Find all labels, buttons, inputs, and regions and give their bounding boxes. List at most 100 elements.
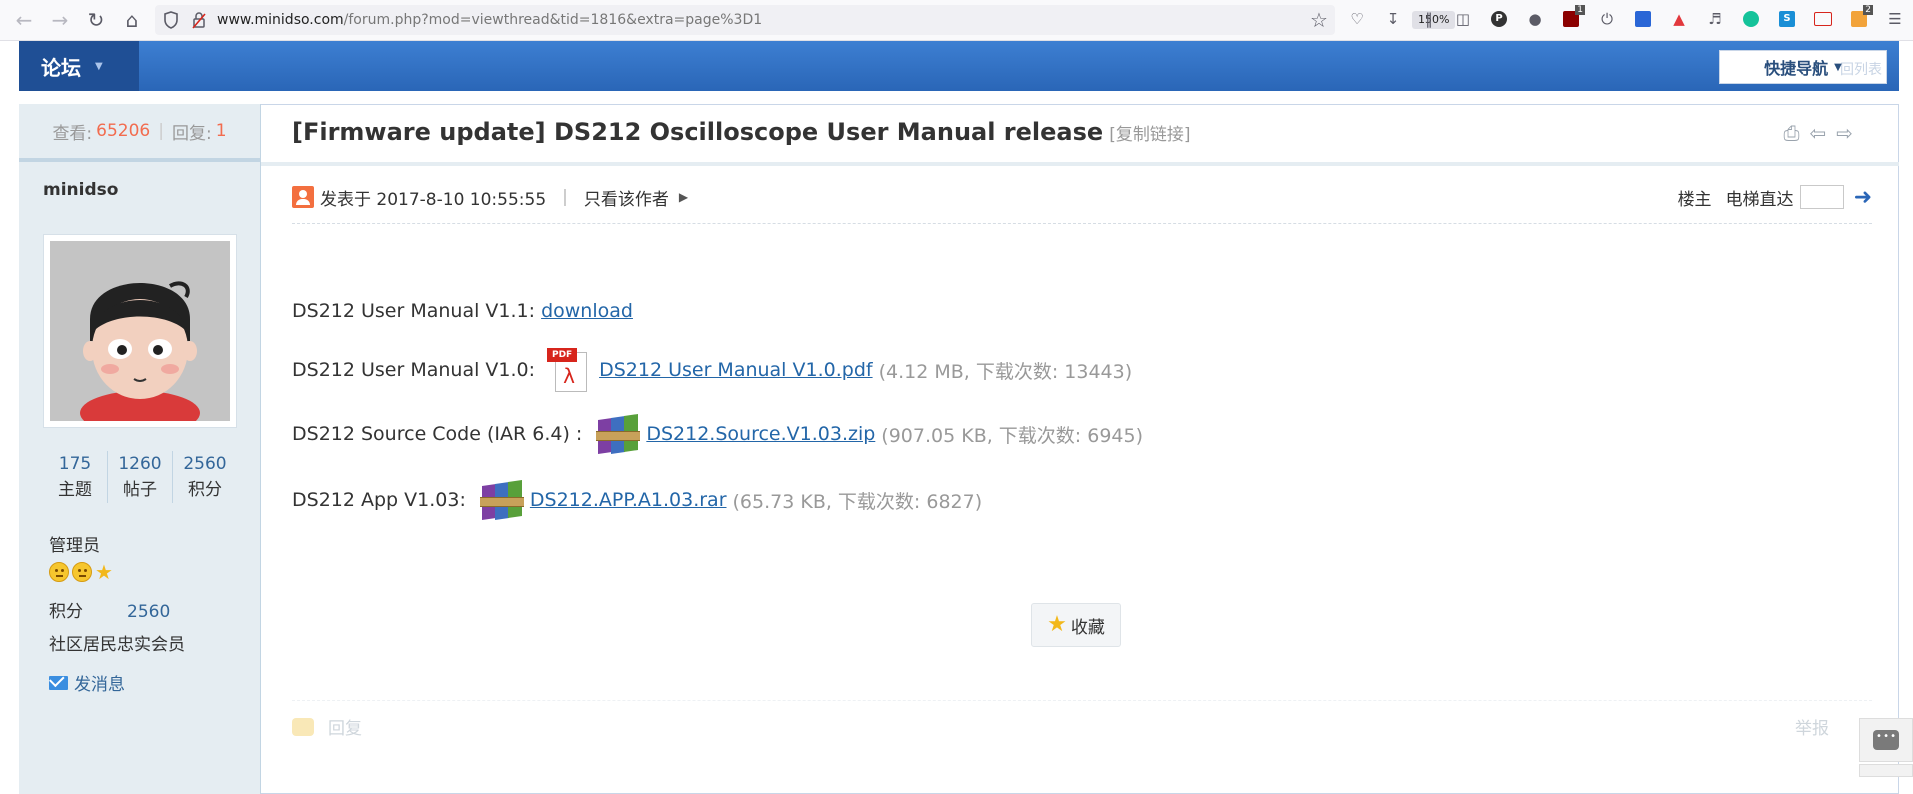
replies-label: 回复:	[172, 123, 212, 144]
line-prefix: DS212 User Manual V1.0:	[292, 359, 542, 381]
forum-header: 论坛 ▼ 回列表 快捷导航 ▼	[19, 41, 1899, 91]
chevron-right-icon[interactable]: ▶	[679, 190, 688, 204]
stat-value: 2560	[183, 454, 227, 474]
send-message-label: 发消息	[74, 675, 125, 695]
divider: |	[562, 187, 568, 207]
user-role[interactable]: 管理员	[49, 531, 100, 556]
chat-icon	[1873, 730, 1899, 750]
author-online-icon	[292, 186, 314, 208]
home-icon[interactable]: ⌂	[118, 8, 146, 32]
report-link[interactable]: 举报	[1795, 714, 1829, 739]
lock-icon[interactable]	[191, 11, 207, 29]
floating-chat-button[interactable]	[1859, 718, 1913, 762]
grammarly-icon[interactable]	[1740, 8, 1762, 30]
megaphone-icon[interactable]: ▲	[1668, 8, 1690, 30]
archive-file-icon	[594, 411, 641, 457]
download-icon[interactable]: ↧	[1382, 8, 1404, 30]
sidebar-icon[interactable]: ◫	[1452, 8, 1474, 30]
manual-v10-line: DS212 User Manual V1.0: PDF λ DS212 User…	[292, 348, 1132, 392]
extension-p-icon[interactable]: P	[1488, 8, 1510, 30]
avatar-illustration	[50, 241, 230, 421]
url-text: www.minidso.com/forum.php?mod=viewthread…	[217, 5, 762, 35]
thread-stats: 查看: 65206 | 回复: 1	[19, 104, 260, 162]
reply-label: 回复	[328, 719, 362, 739]
skype-icon[interactable]: S	[1776, 8, 1798, 30]
floor-label: 楼主	[1677, 189, 1712, 210]
author-sidebar: 查看: 65206 | 回复: 1 minidso 175 主题 1260 帖子…	[19, 104, 261, 794]
attachment-meta: (907.05 KB, 下载次数: 6945)	[881, 424, 1144, 447]
download-link[interactable]: download	[541, 300, 633, 322]
power-icon[interactable]: ⏻	[1596, 8, 1618, 30]
prev-thread-icon[interactable]: ⇦	[1809, 121, 1826, 145]
author-name[interactable]: minidso	[43, 180, 118, 200]
avatar[interactable]	[50, 241, 230, 421]
next-thread-icon[interactable]: ⇨	[1836, 121, 1853, 145]
go-arrow-icon[interactable]: ➜	[1854, 185, 1872, 210]
reload-icon[interactable]: ↻	[82, 8, 110, 32]
speaker-icon[interactable]: ♬	[1704, 8, 1726, 30]
pdf-file-icon: PDF λ	[547, 348, 591, 392]
forward-icon[interactable]: →	[46, 8, 74, 32]
reply-link[interactable]: 回复	[292, 714, 362, 739]
views-count: 65206	[96, 121, 151, 141]
menu-icon[interactable]: ☰	[1884, 8, 1906, 30]
floor-jump-input[interactable]	[1799, 185, 1844, 209]
pdf-tag: PDF	[547, 348, 578, 362]
meta-right: 楼主 电梯直达 ➜	[1678, 182, 1872, 212]
post-title-text: [Firmware update] DS212 Oscilloscope Use…	[292, 118, 1104, 146]
shield-icon[interactable]	[163, 11, 179, 29]
post-title: [Firmware update] DS212 Oscilloscope Use…	[292, 118, 1190, 146]
send-message-link[interactable]: 发消息	[49, 670, 125, 695]
attachment-meta: (65.73 KB, 下载次数: 6827)	[732, 490, 983, 513]
stat-value: 1260	[118, 454, 162, 474]
points-row: 积分 2560	[49, 597, 170, 622]
notes-icon[interactable]: 2	[1848, 5, 1873, 30]
chevron-down-icon[interactable]: ▼	[95, 61, 103, 72]
attachment-link[interactable]: DS212.Source.V1.03.zip	[646, 423, 875, 445]
elevator-label: 电梯直达	[1725, 189, 1794, 210]
stat-label: 主题	[58, 480, 92, 500]
stat-points[interactable]: 2560 积分	[173, 451, 237, 503]
url-host: www.minidso.com	[217, 12, 344, 28]
url-path: /forum.php?mod=viewthread&tid=1816&extra…	[343, 12, 763, 28]
forum-tab[interactable]: 论坛 ▼	[19, 41, 139, 91]
line-prefix: DS212 Source Code (IAR 6.4) :	[292, 423, 589, 445]
member-title: 社区居民忠实会员	[49, 635, 185, 655]
divider	[261, 162, 1899, 166]
avatar-frame	[43, 234, 237, 428]
divider: |	[158, 121, 164, 141]
back-to-list-ghost: 回列表	[1840, 62, 1882, 78]
stat-topics[interactable]: 175 主题	[43, 451, 108, 503]
video-icon[interactable]	[1812, 8, 1834, 30]
posted-at: 发表于 2017-8-10 10:55:55	[320, 189, 547, 210]
attachment-link[interactable]: DS212.APP.A1.03.rar	[530, 489, 727, 511]
rank-star-icon: ★	[95, 560, 113, 584]
mail-icon	[49, 675, 68, 690]
address-bar[interactable]: www.minidso.com/forum.php?mod=viewthread…	[155, 5, 1456, 35]
attachment-meta: (4.12 MB, 下载次数: 13443)	[878, 360, 1133, 383]
ublock-icon[interactable]: 1	[1560, 5, 1585, 30]
floating-secondary-button[interactable]	[1859, 764, 1913, 777]
pocket-icon[interactable]: ♡	[1346, 8, 1368, 30]
quick-nav-label: 快捷导航	[1764, 59, 1829, 78]
stat-label: 帖子	[123, 480, 157, 500]
post-meta: 发表于 2017-8-10 10:55:55 | 只看该作者 ▶ 楼主 电梯直达…	[292, 182, 1872, 212]
archive-file-icon	[478, 477, 524, 523]
print-icon[interactable]: ⎙	[1783, 121, 1799, 145]
title-actions: ⎙ ⇦ ⇨	[1783, 121, 1853, 145]
bulb-icon[interactable]: ●	[1524, 8, 1546, 30]
stat-posts[interactable]: 1260 帖子	[108, 451, 173, 503]
notes-badge: 2	[1863, 5, 1873, 15]
copy-link-button[interactable]: [复制链接]	[1109, 125, 1190, 145]
reply-icon	[292, 717, 314, 736]
favorite-button[interactable]: ★ 收藏	[1031, 603, 1121, 647]
translate-icon[interactable]	[1632, 8, 1654, 30]
library-icon[interactable]: ‖	[1418, 8, 1440, 30]
points-value[interactable]: 2560	[127, 602, 170, 622]
quick-nav-button[interactable]: 回列表 快捷导航 ▼	[1719, 50, 1887, 84]
only-author-link[interactable]: 只看该作者	[584, 185, 669, 210]
attachment-link[interactable]: DS212 User Manual V1.0.pdf	[599, 359, 873, 381]
chevron-down-icon: ▼	[1834, 61, 1842, 73]
bookmark-star-icon[interactable]: ☆	[1305, 8, 1333, 32]
back-icon[interactable]: ←	[10, 8, 38, 32]
